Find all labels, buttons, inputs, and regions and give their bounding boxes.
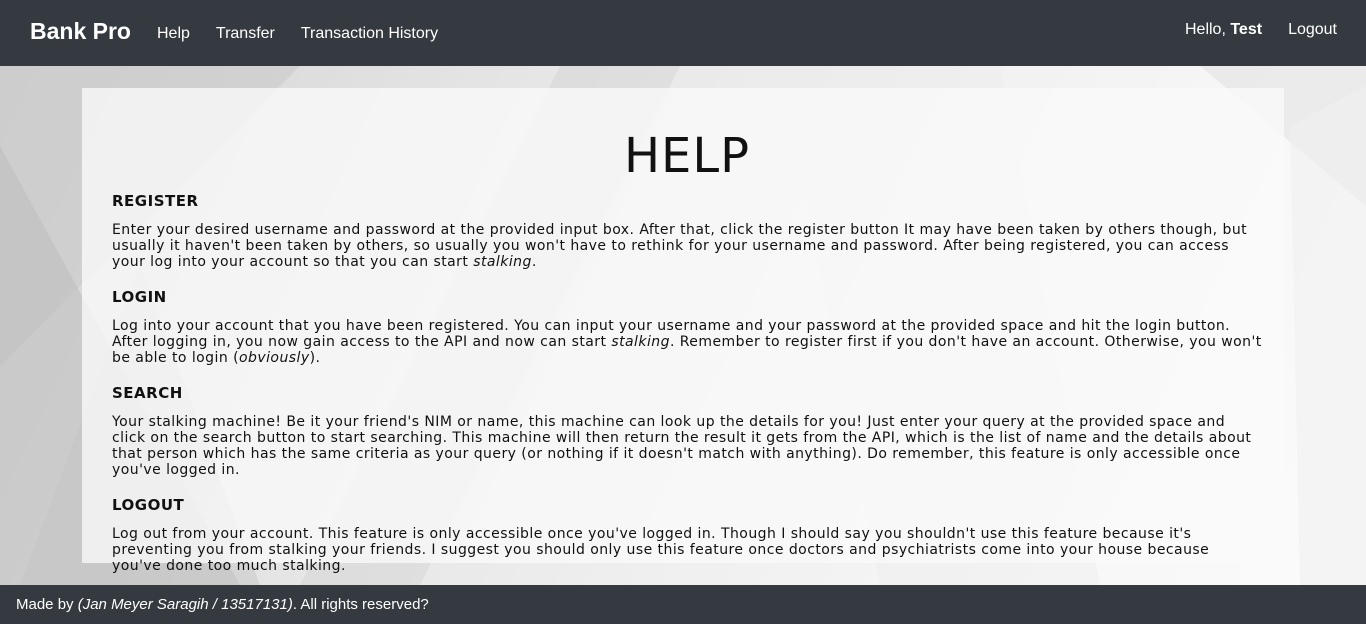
footer-suffix: . All rights reserved? <box>292 596 429 613</box>
emphasis-text: stalking <box>473 254 532 270</box>
footer: Made by (Jan Meyer Saragih / 13517131). … <box>0 585 1366 624</box>
section-logout: LOGOUT Log out from your account. This f… <box>112 496 1262 574</box>
username: Test <box>1230 21 1263 38</box>
nav-right: Hello, Test Logout <box>1185 21 1337 42</box>
logout-link[interactable]: Logout <box>1288 21 1337 39</box>
section-heading: LOGIN <box>112 288 167 306</box>
section-text: Your stalking machine! Be it your friend… <box>112 414 1252 478</box>
text-part: Enter your desired username and password… <box>112 222 1248 270</box>
section-heading: SEARCH <box>112 384 183 402</box>
section-heading: LOGOUT <box>112 496 185 514</box>
emphasis-text: stalking <box>611 334 670 350</box>
nav-link-transaction-history[interactable]: Transaction History <box>301 25 438 43</box>
section-text: Enter your desired username and password… <box>112 222 1262 270</box>
section-search: SEARCH Your stalking machine! Be it your… <box>112 384 1262 478</box>
section-heading: REGISTER <box>112 192 199 210</box>
nav-link-transfer[interactable]: Transfer <box>216 25 275 43</box>
footer-author: (Jan Meyer Saragih / 13517131) <box>77 596 293 613</box>
section-text: Log out from your account. This feature … <box>112 526 1210 574</box>
greeting-prefix: Hello, <box>1184 21 1226 38</box>
top-navbar: Bank Pro Help Transfer Transaction Histo… <box>0 0 1366 66</box>
section-register: REGISTER Enter your desired username and… <box>112 192 1262 270</box>
nav-link-help[interactable]: Help <box>157 25 190 43</box>
page-title: HELP <box>623 128 751 184</box>
text-part: . <box>531 254 537 270</box>
help-content: HELP REGISTER Enter your desired usernam… <box>112 88 1262 585</box>
section-login: LOGIN Log into your account that you hav… <box>112 288 1262 366</box>
emphasis-text: obviously <box>239 350 310 366</box>
user-greeting: Hello, Test <box>1185 21 1262 39</box>
section-text: Log into your account that you have been… <box>112 318 1262 366</box>
footer-prefix: Made by <box>16 596 74 613</box>
brand-logo[interactable]: Bank Pro <box>30 18 131 45</box>
text-part: ). <box>309 350 321 366</box>
